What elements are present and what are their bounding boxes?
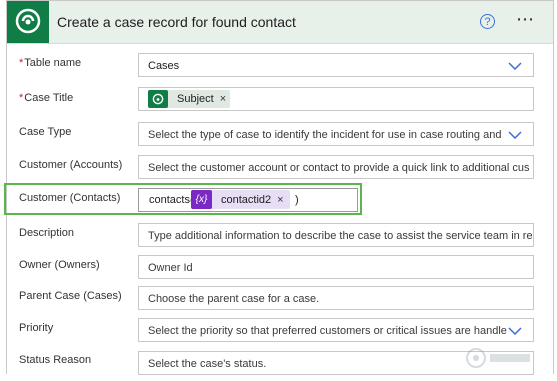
field-label: Description <box>19 227 75 239</box>
field-row-owner: Owner (Owners) Owner Id <box>7 255 553 285</box>
field-row-description: Description Type additional information … <box>7 223 553 253</box>
case-type-placeholder: Select the type of case to identify the … <box>148 129 502 141</box>
priority-placeholder: Select the priority so that preferred cu… <box>148 325 507 337</box>
field-label: Priority <box>19 322 54 334</box>
field-row-customer-accounts: Customer (Accounts) Select the customer … <box>7 155 553 185</box>
token-label: Subject <box>177 93 214 105</box>
field-row-table-name: *Table name Cases <box>7 53 553 83</box>
customer-accounts-placeholder: Select the customer account or contact t… <box>148 162 530 174</box>
more-options-icon[interactable]: ⋯ <box>516 9 535 30</box>
card-title: Create a case record for found contact <box>57 14 296 30</box>
chevron-down-icon[interactable] <box>508 62 522 70</box>
priority-select[interactable]: Select the priority so that preferred cu… <box>138 318 534 342</box>
description-input[interactable]: Type additional information to describe … <box>138 223 534 247</box>
card-header[interactable]: Create a case record for found contact ?… <box>7 1 553 44</box>
highlight-box <box>4 183 362 215</box>
field-label: Parent Case (Cases) <box>19 290 122 302</box>
remove-token-icon[interactable]: × <box>220 93 226 105</box>
help-icon[interactable]: ? <box>480 14 495 29</box>
case-type-select[interactable]: Select the type of case to identify the … <box>138 122 534 146</box>
table-name-value: Cases <box>148 60 180 72</box>
dataverse-icon <box>148 90 168 108</box>
case-title-input[interactable]: Subject × <box>138 87 534 111</box>
customer-accounts-input[interactable]: Select the customer account or contact t… <box>138 155 534 179</box>
field-label: Status Reason <box>19 354 92 366</box>
field-label: Case Type <box>19 126 72 138</box>
field-label: Customer (Accounts) <box>19 159 123 171</box>
field-row-case-title: *Case Title Subject × <box>7 87 553 117</box>
watermark-logo <box>466 348 530 368</box>
chevron-down-icon[interactable] <box>508 131 522 139</box>
required-marker: * <box>19 57 24 69</box>
parent-case-input[interactable]: Choose the parent case for a case. <box>138 286 534 310</box>
field-row-case-type: Case Type Select the type of case to ide… <box>7 122 553 152</box>
dataverse-logo <box>7 1 49 43</box>
field-label: *Table name <box>19 57 82 69</box>
required-marker: * <box>19 92 24 104</box>
parent-case-placeholder: Choose the parent case for a case. <box>148 293 320 305</box>
owner-input[interactable]: Owner Id <box>138 255 534 279</box>
table-name-select[interactable]: Cases <box>138 53 534 77</box>
owner-placeholder: Owner Id <box>148 262 193 274</box>
subject-token[interactable]: Subject × <box>148 90 231 108</box>
description-placeholder: Type additional information to describe … <box>148 230 533 242</box>
field-row-parent-case: Parent Case (Cases) Choose the parent ca… <box>7 286 553 316</box>
status-reason-placeholder: Select the case's status. <box>148 358 267 370</box>
dataverse-icon <box>15 8 41 34</box>
chevron-down-icon[interactable] <box>508 327 522 335</box>
field-label: *Case Title <box>19 92 74 104</box>
field-label: Owner (Owners) <box>19 259 100 271</box>
